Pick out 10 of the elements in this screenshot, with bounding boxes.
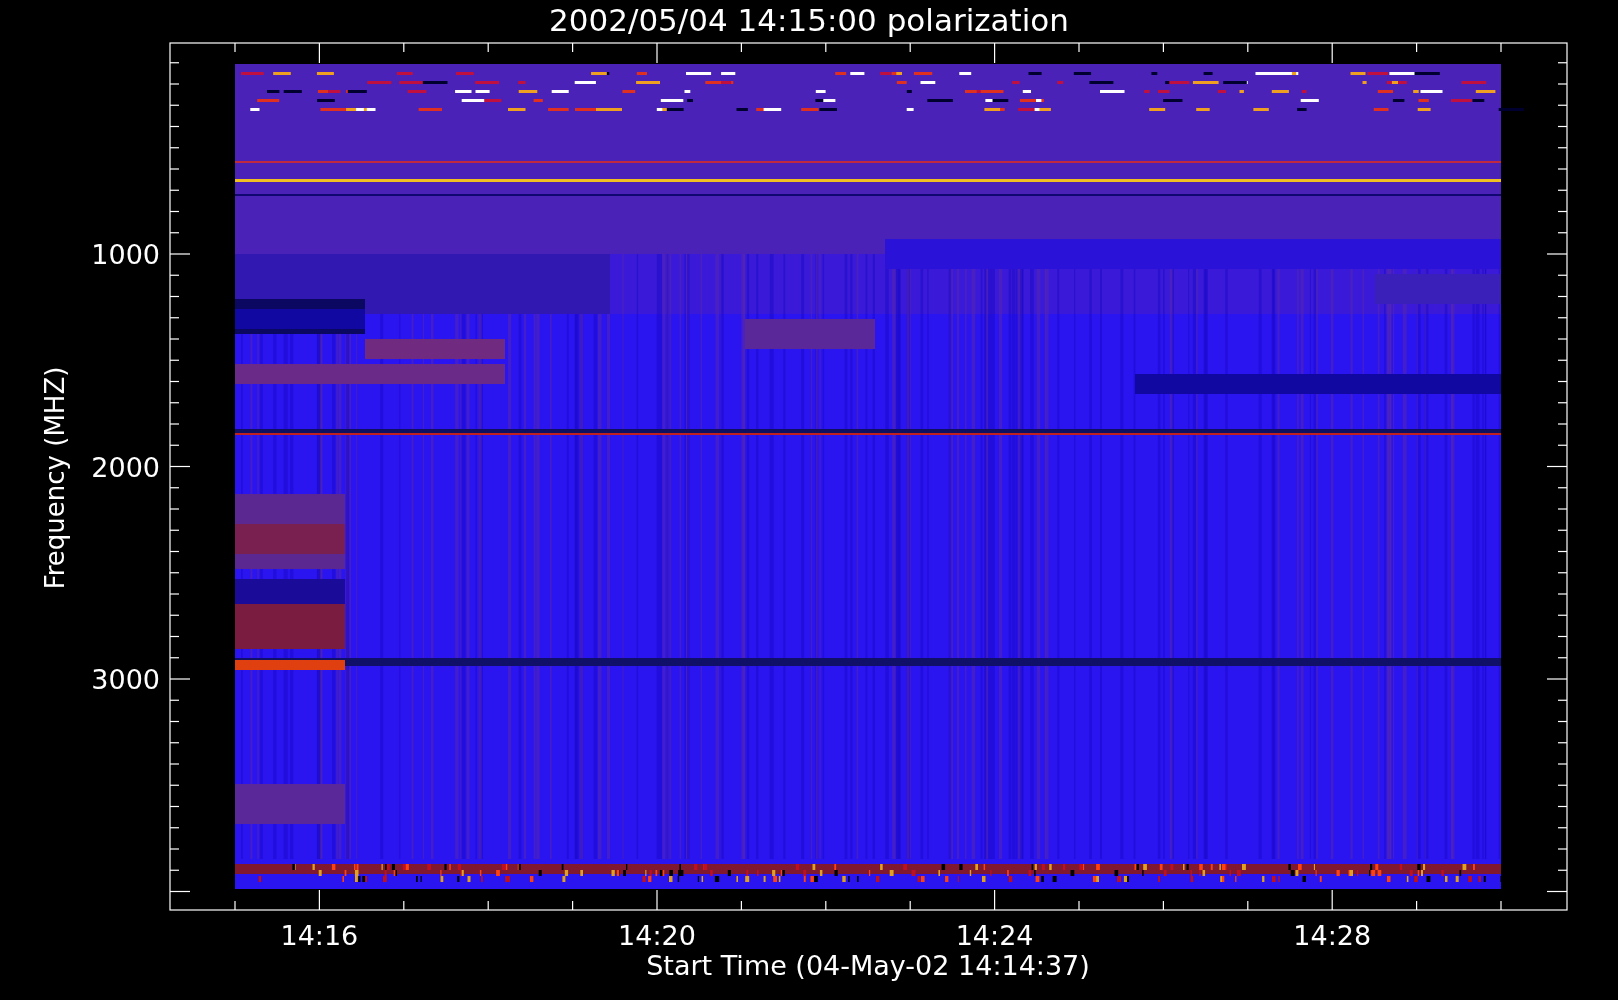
chart-title: 2002/05/04 14:15:00 polarization <box>549 2 1069 38</box>
y-tick-label: 3000 <box>91 664 160 695</box>
y-axis-label: Frequency (MHZ) <box>40 366 70 590</box>
x-axis-label: Start Time (04-May-02 14:14:37) <box>646 950 1090 981</box>
x-tick-label: 14:28 <box>1293 920 1372 951</box>
x-tick-label: 14:16 <box>280 920 359 951</box>
x-tick-label: 14:20 <box>618 920 696 951</box>
y-tick-label: 2000 <box>91 451 160 483</box>
x-tick-label: 14:24 <box>955 920 1034 951</box>
y-tick-label: 1000 <box>91 239 160 270</box>
